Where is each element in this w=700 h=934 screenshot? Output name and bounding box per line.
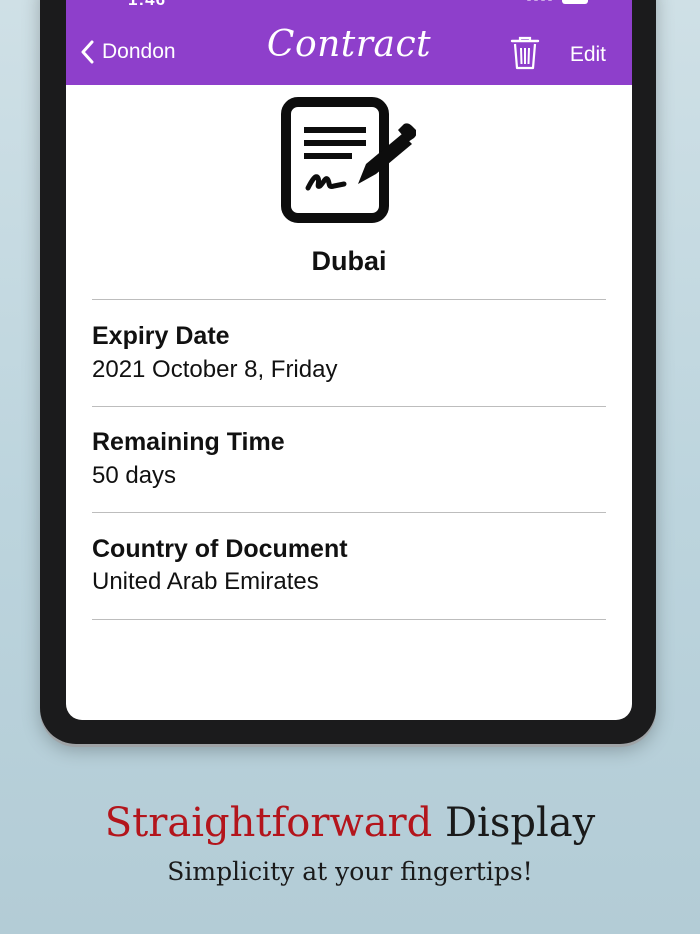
country-label: Country of Document xyxy=(92,535,348,563)
promo-headline: Straightforward Display xyxy=(0,800,700,846)
divider xyxy=(92,512,606,513)
remaining-time-label: Remaining Time xyxy=(92,428,285,456)
status-time: 1:46 xyxy=(128,0,166,10)
contract-signature-icon xyxy=(281,97,416,223)
divider xyxy=(92,619,606,620)
edit-button[interactable]: Edit xyxy=(570,43,606,67)
signal-icon xyxy=(527,0,552,1)
delete-button[interactable] xyxy=(510,36,540,75)
navigation-bar: 1:46 Dondon Contract Edit xyxy=(66,0,632,85)
headline-rest: Display xyxy=(444,800,596,846)
headline-accent: Straightforward xyxy=(104,800,433,846)
expiry-date-label: Expiry Date xyxy=(92,322,230,350)
status-indicators xyxy=(527,0,588,4)
remaining-time-value: 50 days xyxy=(92,462,177,489)
page-title: Contract xyxy=(266,24,432,65)
divider xyxy=(92,299,606,300)
app-screen: 1:46 Dondon Contract Edit xyxy=(66,0,632,720)
expiry-date-value: 2021 October 8, Friday xyxy=(92,356,338,383)
battery-icon xyxy=(562,0,588,4)
divider xyxy=(92,406,606,407)
promo-subheadline: Simplicity at your fingertips! xyxy=(167,857,533,886)
trash-icon xyxy=(510,36,540,70)
document-title: Dubai xyxy=(311,246,387,276)
country-value: United Arab Emirates xyxy=(92,568,319,595)
